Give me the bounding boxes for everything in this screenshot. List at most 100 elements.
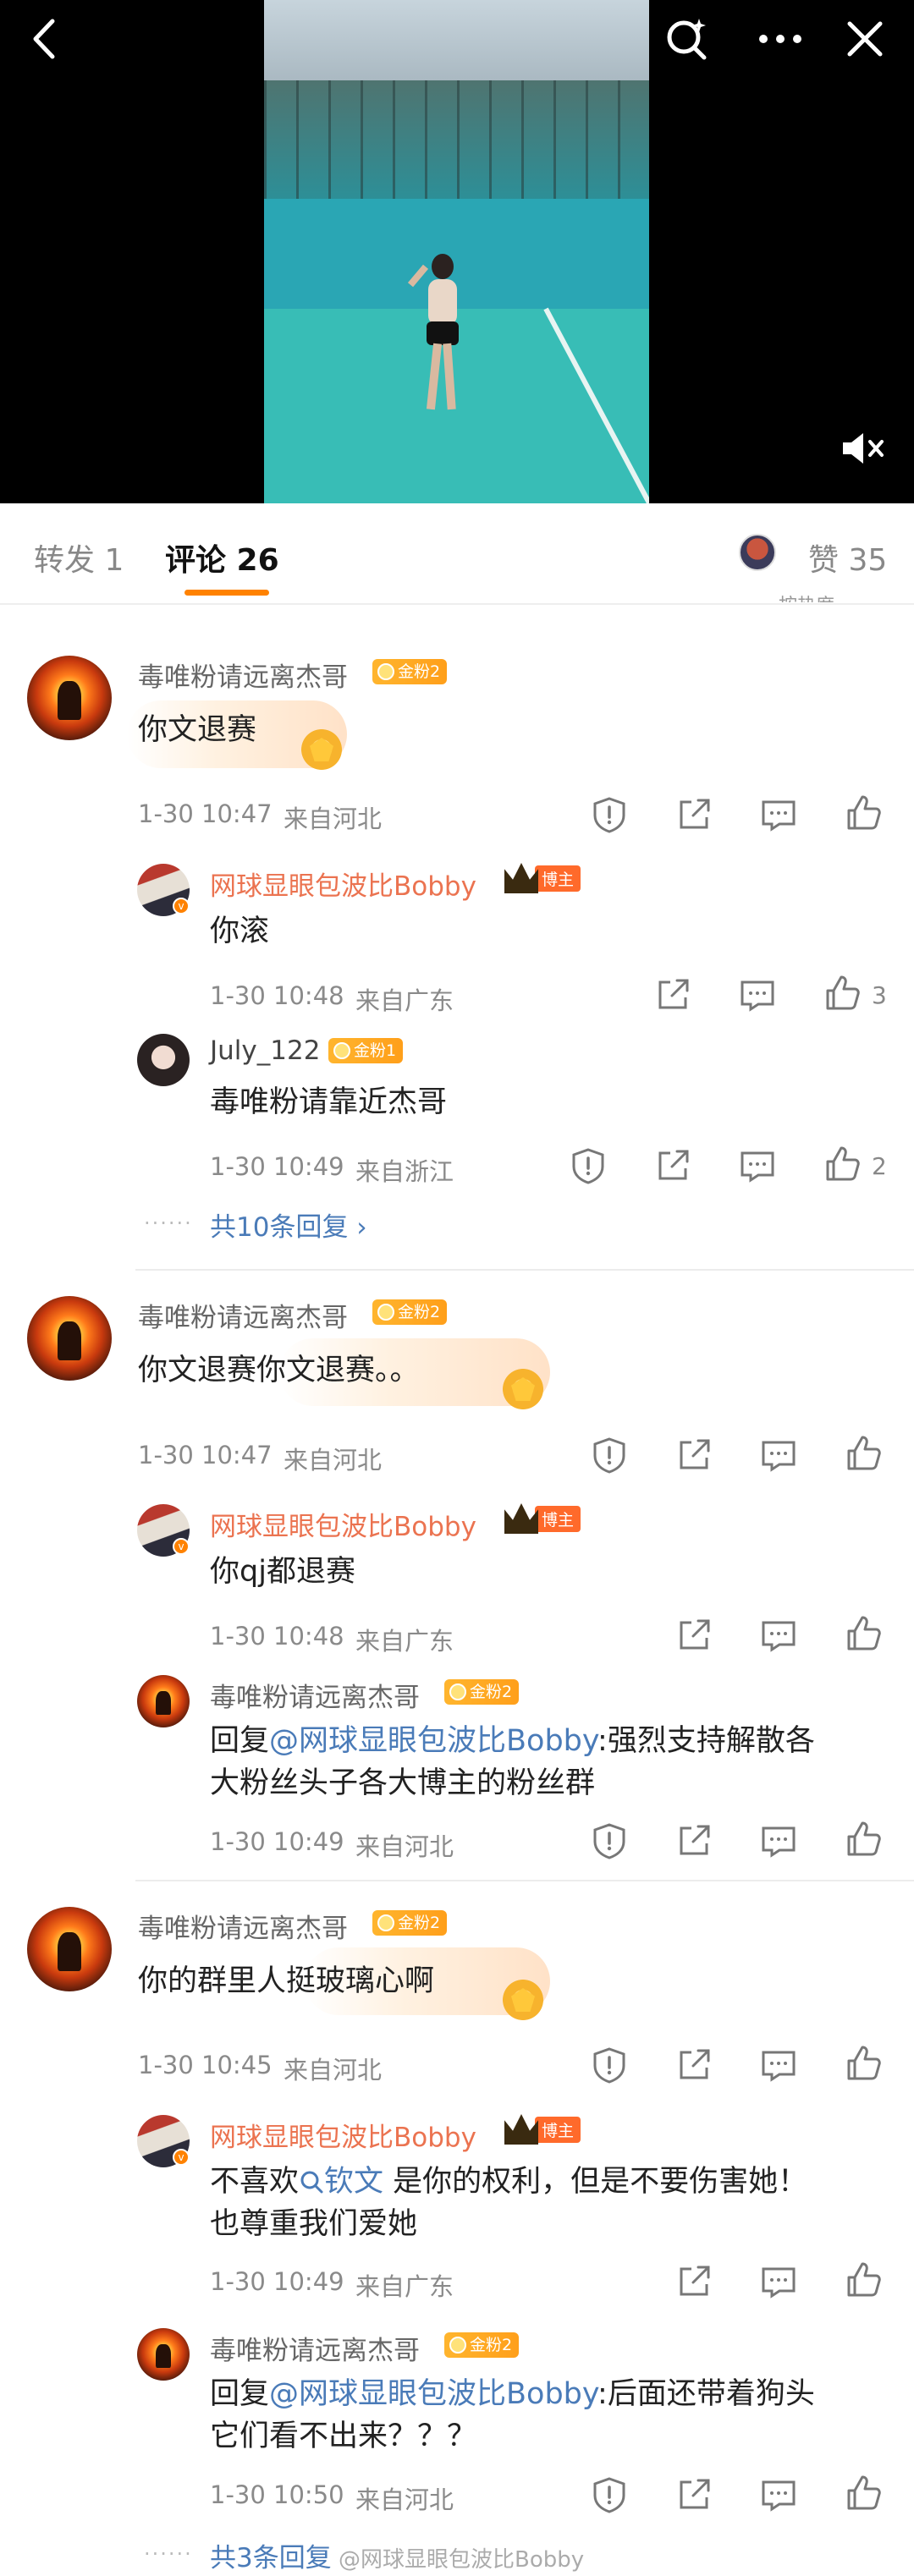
mute-button[interactable]	[836, 423, 890, 474]
reply-author[interactable]: 毒唯粉请远离杰哥	[210, 1676, 420, 1714]
report-icon	[593, 797, 625, 833]
reply-text: 你滚	[210, 915, 270, 948]
liker-avatar[interactable]	[739, 534, 776, 571]
reply-author[interactable]: 网球显眼包波比Bobby	[210, 1505, 476, 1543]
like-button[interactable]	[844, 2474, 883, 2513]
report-icon	[593, 2477, 625, 2513]
mention-link[interactable]: @网球显眼包波比Bobby	[269, 2377, 597, 2411]
avatar[interactable]	[27, 1296, 112, 1381]
reply-text: 你qj都退赛	[210, 1555, 355, 1589]
comment-button[interactable]	[759, 2046, 798, 2084]
search-icon	[300, 2171, 323, 2194]
crown-icon	[504, 1503, 538, 1534]
comment-location: 来自河北	[284, 1446, 383, 1475]
reply-text-line2: 也尊重我们爱她	[210, 2207, 418, 2241]
reply-location: 来自广东	[355, 986, 454, 1015]
host-badge: 博主	[504, 2114, 581, 2145]
report-button[interactable]	[590, 795, 629, 834]
report-button[interactable]	[590, 2475, 629, 2514]
like-button[interactable]	[844, 1820, 883, 1859]
like-icon	[826, 975, 860, 1010]
report-button[interactable]	[569, 1146, 608, 1185]
report-button[interactable]	[590, 1436, 629, 1475]
share-button[interactable]	[674, 1436, 713, 1475]
more-dots-icon	[759, 35, 801, 43]
like-button[interactable]	[844, 1434, 883, 1473]
tab-repost[interactable]: 转发 1	[34, 536, 124, 579]
comment-button[interactable]	[738, 975, 777, 1014]
gold-fan-icon	[499, 1976, 547, 2024]
report-button[interactable]	[590, 1821, 629, 1860]
reply-author[interactable]: July_122	[210, 1035, 320, 1066]
share-button[interactable]	[674, 1616, 713, 1655]
search-button[interactable]	[660, 12, 714, 66]
share-button[interactable]	[674, 2262, 713, 2301]
comment-time: 1-30 10:45	[138, 2051, 273, 2079]
like-icon	[847, 2046, 881, 2080]
avatar[interactable]	[27, 656, 112, 740]
comment-button[interactable]	[759, 2262, 798, 2301]
view-more-replies-link[interactable]: 共10条回复 ›	[210, 1206, 367, 1244]
tab-likes[interactable]: 赞 35	[808, 536, 887, 579]
comment-author[interactable]: 毒唯粉请远离杰哥	[138, 1907, 348, 1945]
reply-text: 回复@网球显眼包波比Bobby:后面还带着狗头	[210, 2377, 815, 2411]
share-button[interactable]	[674, 1821, 713, 1860]
share-icon	[680, 1619, 710, 1650]
avatar[interactable]	[137, 2328, 190, 2381]
view-more-replies-link[interactable]: 共3条回复	[210, 2536, 332, 2574]
divider	[135, 1269, 914, 1271]
like-button[interactable]	[844, 2260, 883, 2299]
like-icon	[847, 795, 881, 830]
avatar[interactable]	[27, 1907, 112, 1991]
topic-link[interactable]: 钦文	[299, 2165, 383, 2199]
avatar[interactable]	[137, 1675, 190, 1727]
reply-text-line2: 大粉丝头子各大博主的粉丝群	[210, 1766, 596, 1800]
share-button[interactable]	[653, 1146, 692, 1185]
comment-author[interactable]: 毒唯粉请远离杰哥	[138, 1296, 348, 1334]
back-button[interactable]	[19, 12, 73, 66]
sort-label[interactable]: 按热度	[779, 590, 834, 602]
close-button[interactable]	[838, 12, 892, 66]
share-button[interactable]	[653, 975, 692, 1014]
report-button[interactable]	[590, 2046, 629, 2084]
tab-active-indicator	[184, 590, 269, 596]
comment-time: 1-30 10:47	[138, 1441, 273, 1469]
report-icon	[572, 1148, 604, 1184]
like-button[interactable]	[823, 1145, 862, 1184]
comment-button[interactable]	[759, 2475, 798, 2514]
comment-button[interactable]	[759, 1616, 798, 1655]
mention-link[interactable]: @网球显眼包波比Bobby	[269, 1724, 597, 1758]
reply-time: 1-30 10:49	[210, 1152, 344, 1181]
reply-author[interactable]: 毒唯粉请远离杰哥	[210, 2329, 420, 2367]
like-button[interactable]	[823, 974, 862, 1013]
video-player[interactable]	[0, 0, 914, 503]
reply-author[interactable]: 网球显眼包波比Bobby	[210, 2116, 476, 2154]
reply-time: 1-30 10:49	[210, 1827, 344, 1856]
share-button[interactable]	[674, 795, 713, 834]
comment-text: 你文退赛你文退赛。。	[138, 1354, 420, 1387]
report-icon	[593, 2047, 625, 2084]
video-frame[interactable]	[264, 0, 649, 503]
like-button[interactable]	[844, 794, 883, 832]
reply-author[interactable]: 网球显眼包波比Bobby	[210, 865, 476, 903]
share-button[interactable]	[674, 2475, 713, 2514]
comment-button[interactable]	[738, 1146, 777, 1185]
like-count: 2	[872, 1152, 887, 1180]
like-button[interactable]	[844, 1614, 883, 1653]
video-sky	[264, 0, 649, 80]
comment-author[interactable]: 毒唯粉请远离杰哥	[138, 656, 348, 694]
tab-comment[interactable]: 评论 26	[165, 536, 279, 579]
like-icon	[847, 2262, 881, 2297]
host-badge: 博主	[504, 863, 581, 893]
reply-text: 不喜欢 钦文 是你的权利，但是不要伤害她！	[210, 2165, 808, 2199]
watermark: @网球显眼包波比Bobby	[339, 2547, 585, 2573]
comment-button[interactable]	[759, 1436, 798, 1475]
avatar[interactable]	[137, 1034, 190, 1086]
like-button[interactable]	[844, 2044, 883, 2083]
more-options-button[interactable]	[753, 12, 807, 66]
share-icon	[680, 2479, 710, 2509]
comment-button[interactable]	[759, 795, 798, 834]
comment-button[interactable]	[759, 1821, 798, 1860]
reply-text: 毒唯粉请靠近杰哥	[210, 1085, 448, 1119]
share-button[interactable]	[674, 2046, 713, 2084]
